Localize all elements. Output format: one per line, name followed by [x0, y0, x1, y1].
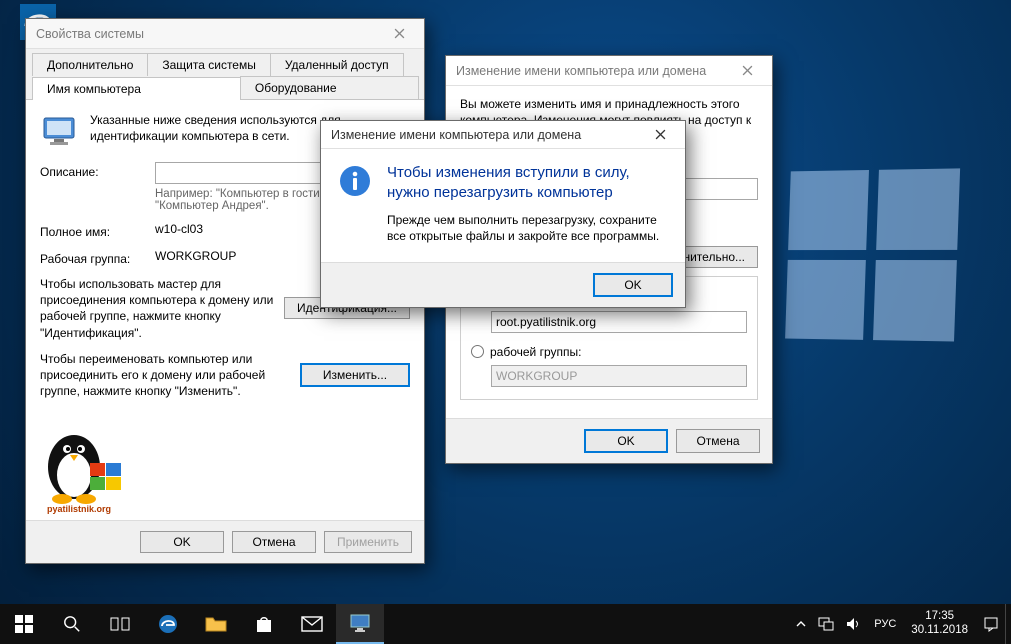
- watermark-logo: pyatilistnik.org: [32, 419, 127, 514]
- message-heading: Чтобы изменения вступили в силу, нужно п…: [387, 163, 669, 202]
- system-tray: РУС 17:35 30.11.2018: [790, 604, 1011, 644]
- computer-icon: [40, 112, 80, 152]
- taskbar-explorer[interactable]: [192, 604, 240, 644]
- close-icon: [394, 28, 405, 39]
- button-row: OK: [321, 262, 685, 307]
- tray-network[interactable]: [812, 604, 840, 644]
- tray-notifications[interactable]: [977, 604, 1005, 644]
- tab-computer-name[interactable]: Имя компьютера: [32, 77, 241, 100]
- cancel-button[interactable]: Отмена: [676, 429, 760, 453]
- workgroup-radio-label: рабочей группы:: [490, 345, 581, 359]
- taskbar-store[interactable]: [240, 604, 288, 644]
- taskbar: РУС 17:35 30.11.2018: [0, 604, 1011, 644]
- description-label: Описание:: [40, 162, 155, 179]
- taskbar-system-properties[interactable]: [336, 604, 384, 644]
- task-view-icon: [110, 616, 130, 632]
- chevron-up-icon: [796, 619, 806, 629]
- tab-protection[interactable]: Защита системы: [147, 53, 270, 76]
- info-icon: [337, 163, 373, 244]
- computer-icon: [349, 613, 371, 633]
- clock-time: 17:35: [911, 610, 968, 624]
- edge-icon: [157, 613, 179, 635]
- start-button[interactable]: [0, 604, 48, 644]
- change-button[interactable]: Изменить...: [300, 363, 410, 387]
- workgroup-value: WORKGROUP: [155, 249, 236, 263]
- close-icon: [655, 129, 666, 140]
- tab-advanced[interactable]: Дополнительно: [32, 53, 148, 76]
- titlebar[interactable]: Изменение имени компьютера или домена: [446, 56, 772, 86]
- ok-button[interactable]: OK: [584, 429, 668, 453]
- ok-button[interactable]: OK: [593, 273, 673, 297]
- domain-input[interactable]: [491, 311, 747, 333]
- task-view-button[interactable]: [96, 604, 144, 644]
- window-title: Изменение имени компьютера или домена: [456, 64, 706, 78]
- identification-text: Чтобы использовать мастер для присоедине…: [40, 276, 284, 341]
- search-button[interactable]: [48, 604, 96, 644]
- window-title: Свойства системы: [36, 27, 144, 41]
- fullname-value: w10-cl03: [155, 222, 203, 236]
- show-desktop-button[interactable]: [1005, 604, 1011, 644]
- close-button[interactable]: [726, 58, 768, 84]
- windows-logo-wallpaper: [785, 168, 960, 341]
- button-row: OK Отмена Применить: [26, 520, 424, 563]
- tray-language[interactable]: РУС: [868, 604, 902, 644]
- workgroup-input: [491, 365, 747, 387]
- window-title: Изменение имени компьютера или домена: [331, 128, 581, 142]
- store-icon: [254, 614, 274, 634]
- notification-icon: [983, 616, 999, 632]
- titlebar[interactable]: Изменение имени компьютера или домена: [321, 121, 685, 149]
- button-row: OK Отмена: [446, 418, 772, 463]
- taskbar-mail[interactable]: [288, 604, 336, 644]
- apply-button[interactable]: Применить: [324, 531, 412, 553]
- tray-volume[interactable]: [840, 604, 868, 644]
- titlebar[interactable]: Свойства системы: [26, 19, 424, 49]
- tab-remote[interactable]: Удаленный доступ: [270, 53, 404, 76]
- windows-icon: [15, 615, 33, 633]
- close-button[interactable]: [639, 122, 681, 148]
- workgroup-radio[interactable]: рабочей группы:: [471, 345, 747, 359]
- search-icon: [63, 615, 81, 633]
- change-text: Чтобы переименовать компьютер или присое…: [40, 351, 300, 400]
- cancel-button[interactable]: Отмена: [232, 531, 316, 553]
- workgroup-radio-input[interactable]: [471, 345, 484, 358]
- workgroup-label: Рабочая группа:: [40, 249, 155, 266]
- close-button[interactable]: [378, 21, 420, 47]
- message-body: Прежде чем выполнить перезагрузку, сохра…: [387, 212, 669, 244]
- tray-clock[interactable]: 17:35 30.11.2018: [902, 610, 977, 638]
- clock-date: 30.11.2018: [911, 624, 968, 638]
- speaker-icon: [846, 617, 862, 631]
- fullname-label: Полное имя:: [40, 222, 155, 239]
- folder-icon: [205, 615, 227, 633]
- tab-hardware[interactable]: Оборудование: [240, 76, 419, 99]
- taskbar-edge[interactable]: [144, 604, 192, 644]
- tab-row: Дополнительно Защита системы Удаленный д…: [26, 49, 424, 100]
- mail-icon: [301, 616, 323, 632]
- tray-chevron[interactable]: [790, 604, 812, 644]
- ok-button[interactable]: OK: [140, 531, 224, 553]
- network-icon: [818, 617, 834, 631]
- close-icon: [742, 65, 753, 76]
- svg-text:pyatilistnik.org: pyatilistnik.org: [47, 504, 111, 514]
- restart-required-dialog: Изменение имени компьютера или домена Чт…: [320, 120, 686, 308]
